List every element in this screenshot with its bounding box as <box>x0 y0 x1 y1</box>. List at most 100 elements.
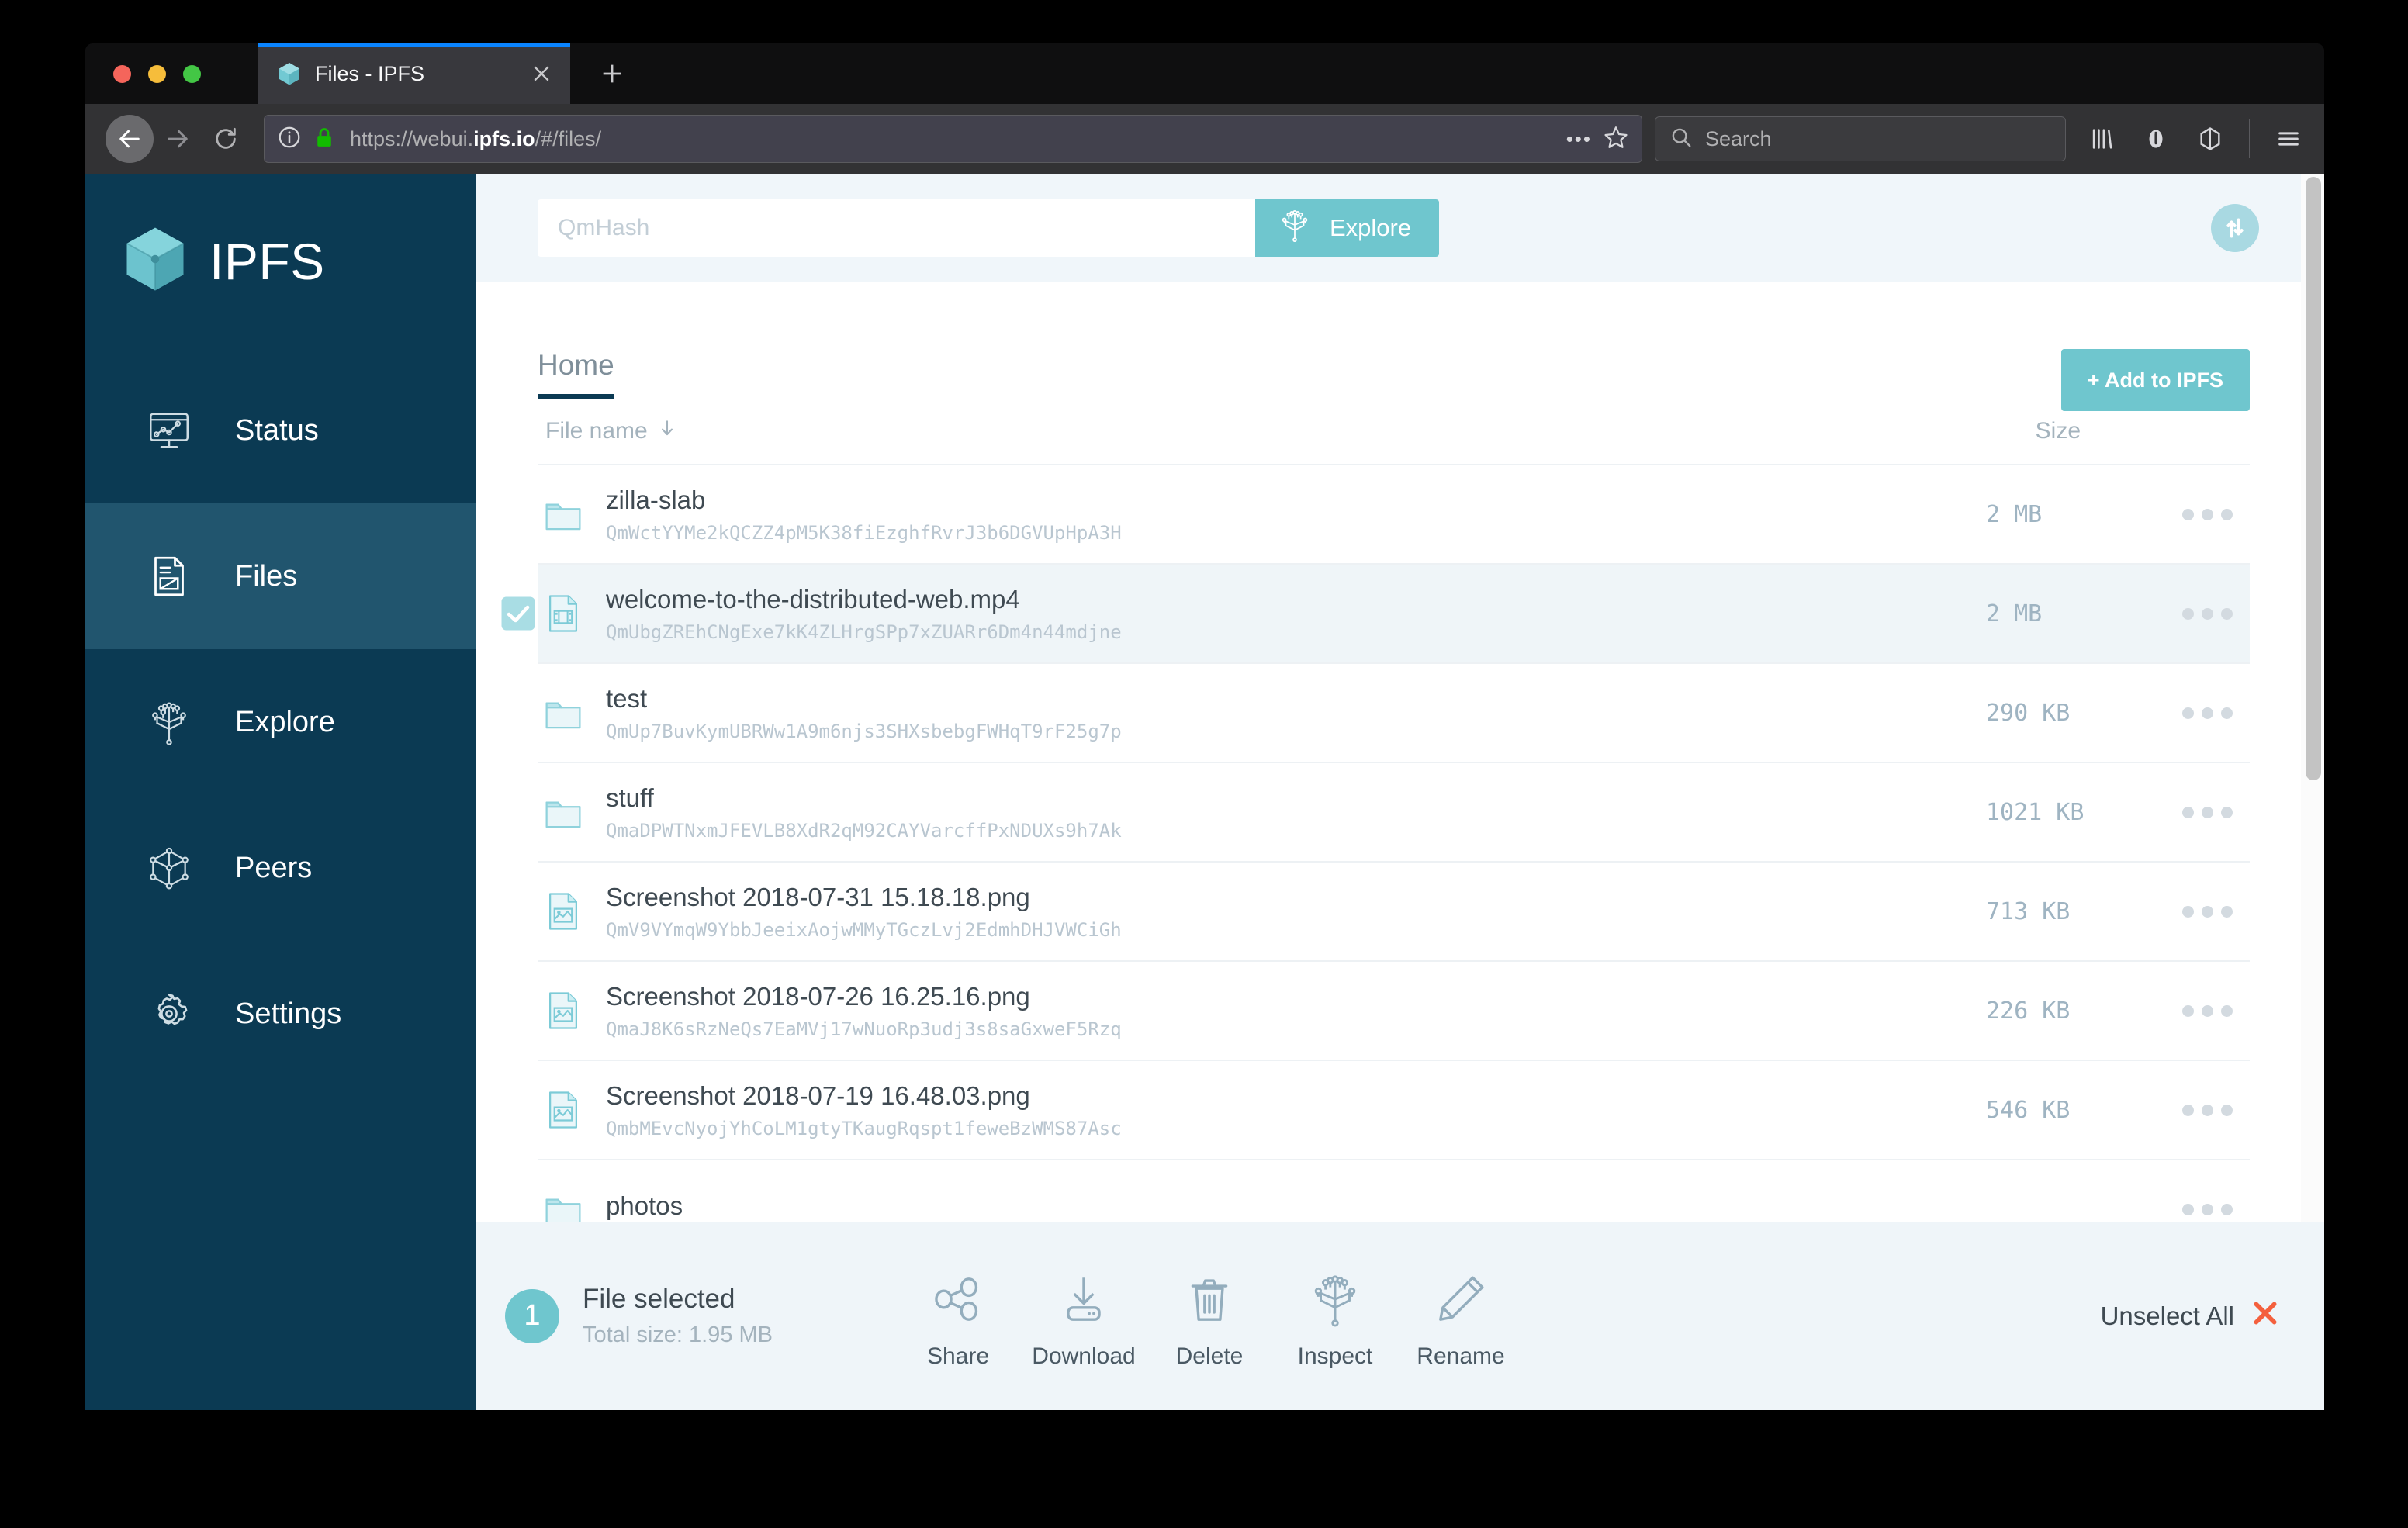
file-name: Screenshot 2018-07-31 15.18.18.png <box>606 882 1030 911</box>
more-options-icon[interactable] <box>2164 1203 2250 1215</box>
sidebar-item-settings[interactable]: Settings <box>85 941 476 1087</box>
column-header-name[interactable]: File name <box>545 418 677 444</box>
file-hash: QmUbgZREhCNgExe7kK4ZLHrgSPp7xZUARr6Dm4n4… <box>606 621 1122 643</box>
hash-input[interactable]: QmHash <box>538 199 1255 257</box>
search-input[interactable]: Search <box>1655 116 2066 161</box>
file-size: 1021 KB <box>1986 798 2085 826</box>
ipfs-logo[interactable]: IPFS <box>85 174 476 300</box>
close-icon[interactable] <box>525 57 558 90</box>
row-checkbox[interactable] <box>500 596 536 631</box>
page-info-icon[interactable] <box>277 125 302 154</box>
lock-icon[interactable] <box>313 126 336 153</box>
file-size: 2 MB <box>1986 600 2043 627</box>
status-monitor-icon <box>144 405 195 456</box>
rename-button[interactable]: Rename <box>1398 1263 1524 1370</box>
close-x-icon <box>2250 1298 2281 1334</box>
ipfs-cube-logo-icon <box>118 222 192 300</box>
file-name: zilla-slab <box>606 485 706 514</box>
peers-cube-icon <box>144 842 195 894</box>
add-to-ipfs-button[interactable]: + Add to IPFS <box>2060 349 2250 411</box>
share-button[interactable]: Share <box>895 1263 1021 1370</box>
file-name: Screenshot 2018-07-19 16.48.03.png <box>606 1080 1030 1110</box>
browser-tab[interactable]: Files - IPFS <box>258 43 570 104</box>
column-header-size[interactable]: Size <box>2036 418 2081 444</box>
more-options-icon[interactable] <box>2164 806 2250 818</box>
table-row[interactable]: Screenshot 2018-07-19 16.48.03.png QmbME… <box>538 1061 2250 1160</box>
selection-actions: Share Download Delete Inspect Rename <box>895 1263 1524 1370</box>
explore-tree-icon <box>1306 1263 1364 1328</box>
forward-arrow-icon[interactable] <box>154 115 202 163</box>
sidebar-item-status[interactable]: Status <box>85 358 476 503</box>
site-identity[interactable] <box>277 125 336 154</box>
browser-window: Files - IPFS https://webui.ipfs.io/#/fil… <box>85 43 2324 1410</box>
sync-account-icon[interactable] <box>2134 117 2178 161</box>
video-file-icon <box>538 588 589 639</box>
hamburger-menu-icon[interactable] <box>2267 117 2310 161</box>
star-icon[interactable] <box>1603 124 1629 154</box>
new-tab-button[interactable] <box>596 57 628 90</box>
library-icon[interactable] <box>2080 117 2123 161</box>
sidebar-item-label: Explore <box>235 705 335 738</box>
window-traffic-lights <box>113 65 201 83</box>
pencil-icon <box>1432 1263 1489 1328</box>
file-hash: QmbMEvcNyojYhCoLM1gtyTKaugRqspt1feweBzWM… <box>606 1117 1122 1139</box>
sidebar-item-peers[interactable]: Peers <box>85 795 476 941</box>
table-row[interactable]: Screenshot 2018-07-31 15.18.18.png QmV9V… <box>538 863 2250 962</box>
brand-name: IPFS <box>209 232 325 290</box>
table-row[interactable]: zilla-slab QmWctYYMe2kQCZZ4pM5K38fiEzghf… <box>538 465 2250 565</box>
image-file-icon <box>538 1084 589 1136</box>
reload-icon[interactable] <box>202 115 250 163</box>
ipfs-web-ui: IPFS Status Files Explore Peers Settings… <box>85 174 2324 1410</box>
more-options-icon[interactable] <box>2164 1004 2250 1017</box>
table-column-headers: File name Size <box>538 399 2250 465</box>
trash-icon <box>1181 1263 1238 1328</box>
folder-icon <box>538 489 589 540</box>
main-panel: QmHash Explore Home + Add to IPFS File n… <box>476 174 2324 1410</box>
sidebar-item-files[interactable]: Files <box>85 503 476 649</box>
delete-button[interactable]: Delete <box>1147 1263 1272 1370</box>
folder-icon <box>538 687 589 738</box>
file-hash: QmaDPWTNxmJFEVLB8XdR2qM92CAYVarcffPxNDUX… <box>606 819 1122 842</box>
unselect-all-button[interactable]: Unselect All <box>2101 1298 2281 1334</box>
table-row[interactable]: stuff QmaDPWTNxmJFEVLB8XdR2qM92CAYVarcff… <box>538 763 2250 863</box>
file-name: test <box>606 683 648 713</box>
address-bar[interactable]: https://webui.ipfs.io/#/files/ ••• <box>264 115 1642 163</box>
file-name: welcome-to-the-distributed-web.mp4 <box>606 584 1020 614</box>
search-icon <box>1669 126 1693 153</box>
scrollbar-thumb[interactable] <box>2306 177 2321 780</box>
image-file-icon <box>538 985 589 1036</box>
app-header: QmHash Explore <box>476 174 2324 282</box>
table-row[interactable]: test QmUp7BuvKymUBRWw1A9m6njs3SHXsbebgFW… <box>538 664 2250 763</box>
navigation-toolbar: https://webui.ipfs.io/#/files/ ••• Searc… <box>85 104 2324 174</box>
action-label: Download <box>1032 1343 1136 1369</box>
sidebar-item-explore[interactable]: Explore <box>85 649 476 795</box>
sidebar-item-label: Settings <box>235 997 342 1030</box>
more-options-icon[interactable] <box>2164 508 2250 520</box>
files-tabs-row: Home + Add to IPFS <box>538 282 2250 411</box>
ipfs-companion-icon[interactable] <box>2188 117 2232 161</box>
table-row[interactable]: welcome-to-the-distributed-web.mp4 QmUbg… <box>501 565 2250 664</box>
back-arrow-icon[interactable] <box>106 115 154 163</box>
explore-button[interactable]: Explore <box>1255 199 1440 257</box>
sync-up-down-icon[interactable] <box>2211 204 2259 252</box>
more-options-icon[interactable] <box>2164 905 2250 918</box>
more-options-icon[interactable] <box>2164 707 2250 719</box>
download-button[interactable]: Download <box>1021 1263 1147 1370</box>
maximize-window-button[interactable] <box>183 65 201 83</box>
tab-home[interactable]: Home <box>538 349 614 399</box>
more-actions-icon[interactable]: ••• <box>1566 127 1592 151</box>
file-hash: QmUp7BuvKymUBRWw1A9m6njs3SHXsbebgFWHqT9r… <box>606 720 1122 742</box>
close-window-button[interactable] <box>113 65 131 83</box>
minimize-window-button[interactable] <box>148 65 166 83</box>
file-hash: QmV9VYmqW9YbbJeeixAojwMMyTGczLvj2EdmhDHJ… <box>606 918 1122 941</box>
more-options-icon[interactable] <box>2164 607 2250 620</box>
action-label: Share <box>926 1343 990 1369</box>
table-row[interactable]: Screenshot 2018-07-26 16.25.16.png QmaJ8… <box>538 962 2250 1061</box>
inspect-button[interactable]: Inspect <box>1272 1263 1398 1370</box>
more-options-icon[interactable] <box>2164 1104 2250 1116</box>
action-label: Rename <box>1417 1343 1505 1369</box>
settings-gear-icon <box>144 988 195 1039</box>
sidebar-item-label: Files <box>235 559 298 593</box>
file-name: stuff <box>606 783 654 812</box>
selection-total-size: Total size: 1.95 MB <box>583 1322 773 1347</box>
